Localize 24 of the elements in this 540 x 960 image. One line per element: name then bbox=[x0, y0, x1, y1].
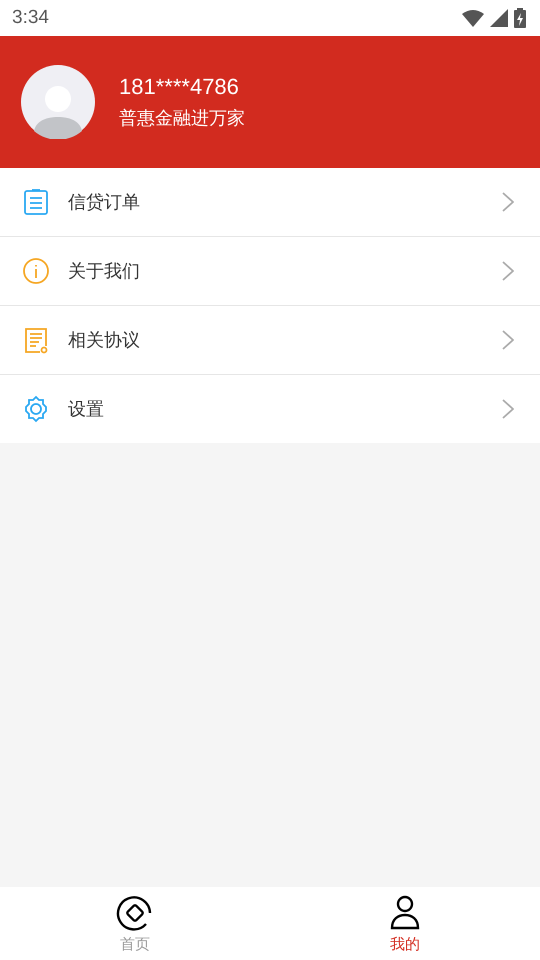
chevron-icon bbox=[502, 261, 514, 281]
chevron-icon bbox=[502, 399, 514, 419]
wifi-icon bbox=[462, 9, 484, 27]
chevron-icon bbox=[502, 192, 514, 212]
menu-label: 相关协议 bbox=[68, 329, 141, 352]
menu-item[interactable]: 设置 bbox=[0, 374, 540, 443]
battery-icon bbox=[514, 8, 526, 28]
menu-item[interactable]: 相关协议 bbox=[0, 305, 540, 374]
status-time: 3:34 bbox=[12, 7, 49, 29]
info-icon bbox=[22, 257, 50, 285]
phone-number: 181****4786 bbox=[119, 74, 240, 100]
menu-item[interactable]: 关于我们 bbox=[0, 236, 540, 305]
menu-label: 设置 bbox=[68, 398, 105, 421]
slogan: 普惠金融进万家 bbox=[119, 107, 245, 130]
document-icon bbox=[22, 326, 50, 354]
chevron-icon bbox=[502, 330, 514, 350]
signal-icon bbox=[490, 9, 508, 27]
tab-item[interactable]: 我的 bbox=[270, 887, 540, 960]
menu-item[interactable]: 信贷订单 bbox=[0, 168, 540, 236]
menu-label: 信贷订单 bbox=[68, 191, 141, 214]
settings-icon bbox=[22, 395, 50, 423]
menu-label: 关于我们 bbox=[68, 260, 141, 283]
home-icon bbox=[116, 894, 154, 932]
clipboard-icon bbox=[22, 188, 50, 216]
